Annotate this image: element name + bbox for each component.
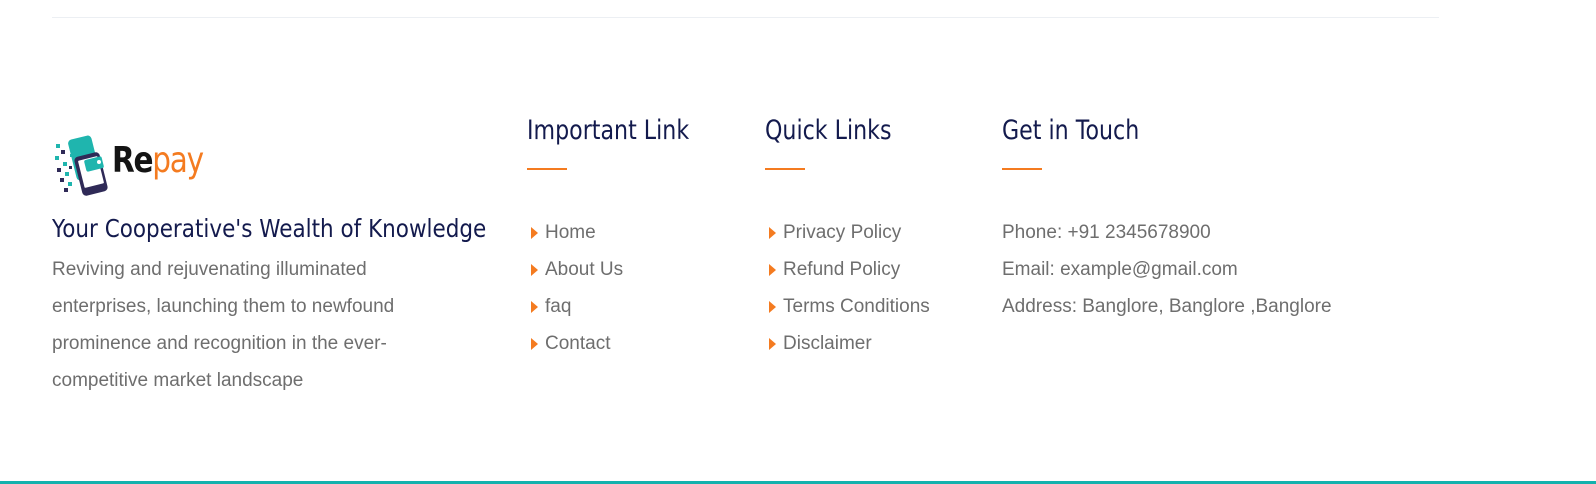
link-label: Disclaimer [783, 332, 872, 354]
contact-address: Address: Banglore, Banglore ,Banglore [1002, 295, 1332, 317]
link-privacy-policy[interactable]: Privacy Policy [765, 214, 930, 251]
brand-tagline: Your Cooperative's Wealth of Knowledge [52, 214, 487, 243]
top-divider [52, 17, 1439, 18]
link-contact[interactable]: Contact [527, 325, 725, 362]
title-underline [527, 168, 567, 170]
caret-right-icon [769, 263, 776, 276]
title-underline [765, 168, 805, 170]
link-label: Privacy Policy [783, 221, 902, 243]
quick-links-column: Quick Links Privacy Policy Refund Policy… [765, 110, 930, 362]
logo-wordmark: Repay [112, 139, 204, 181]
contact-email: Email: example@gmail.com [1002, 258, 1238, 280]
caret-right-icon [531, 263, 538, 276]
link-label: Terms Conditions [783, 295, 930, 317]
footer: Repay Your Cooperative's Wealth of Knowl… [0, 0, 1596, 484]
important-links-title: Important Link [527, 115, 690, 146]
quick-links-title: Quick Links [765, 115, 892, 146]
link-label: Refund Policy [783, 258, 901, 280]
link-faq[interactable]: faq [527, 288, 725, 325]
link-disclaimer[interactable]: Disclaimer [765, 325, 930, 362]
caret-right-icon [531, 300, 538, 313]
logo-text-pay: pay [152, 139, 204, 181]
link-about-us[interactable]: About Us [527, 251, 725, 288]
contact-list: Phone: +91 2345678900 Email: example@gma… [1002, 214, 1332, 325]
link-label: About Us [545, 258, 624, 280]
logo-text-re: Re [112, 139, 154, 181]
phone-wallet-logo-icon [55, 135, 108, 196]
important-links-column: Important Link Home About Us faq Contact [527, 110, 725, 362]
caret-right-icon [769, 337, 776, 350]
caret-right-icon [531, 226, 538, 239]
get-in-touch-column: Get in Touch Phone: +91 2345678900 Email… [1002, 110, 1332, 325]
link-refund-policy[interactable]: Refund Policy [765, 251, 930, 288]
about-column: Repay Your Cooperative's Wealth of Knowl… [52, 134, 487, 399]
link-label: Home [545, 221, 596, 243]
quick-links-list: Privacy Policy Refund Policy Terms Condi… [765, 214, 930, 362]
title-underline [1002, 168, 1042, 170]
contact-phone: Phone: +91 2345678900 [1002, 221, 1211, 243]
link-label: faq [545, 295, 572, 317]
logo[interactable]: Repay [52, 134, 472, 198]
brand-description: Reviving and rejuvenating illuminated en… [52, 259, 395, 391]
caret-right-icon [769, 226, 776, 239]
caret-right-icon [531, 337, 538, 350]
caret-right-icon [769, 300, 776, 313]
important-links-list: Home About Us faq Contact [527, 214, 725, 362]
link-label: Contact [545, 332, 611, 354]
get-in-touch-title: Get in Touch [1002, 115, 1140, 146]
link-terms-conditions[interactable]: Terms Conditions [765, 288, 930, 325]
link-home[interactable]: Home [527, 214, 725, 251]
